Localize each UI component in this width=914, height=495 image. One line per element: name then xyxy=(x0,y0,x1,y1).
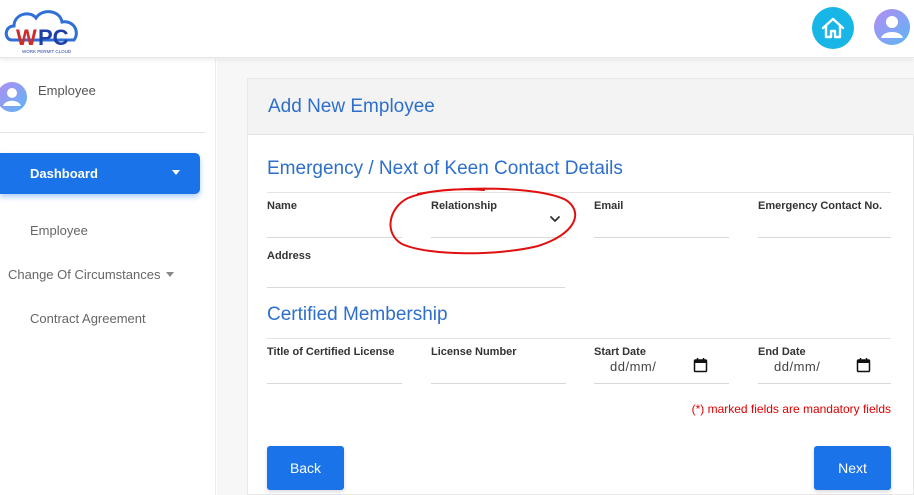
user-avatar-icon xyxy=(0,82,27,112)
back-button[interactable]: Back xyxy=(267,446,344,490)
logo-letter-w: W xyxy=(16,25,37,50)
sidebar-item-label: Contract Agreement xyxy=(30,311,146,326)
relationship-select[interactable] xyxy=(431,210,566,234)
sidebar-item-label: Dashboard xyxy=(30,166,98,181)
sidebar-item-dashboard[interactable]: Dashboard xyxy=(0,153,200,194)
emergency-section-title: Emergency / Next of Keen Contact Details xyxy=(267,158,623,179)
license-title-label: Title of Certified License xyxy=(267,346,395,358)
calendar-icon[interactable] xyxy=(693,357,708,373)
page-title: Add New Employee xyxy=(268,96,435,117)
address-field[interactable] xyxy=(267,262,565,286)
license-number-label: License Number xyxy=(431,346,517,358)
sidebar: Employee Dashboard Employee Change Of Ci… xyxy=(0,59,216,495)
field-underline xyxy=(267,237,402,238)
emergency-contact-label: Emergency Contact No. xyxy=(758,200,883,212)
membership-section-title: Certified Membership xyxy=(267,304,448,325)
next-button[interactable]: Next xyxy=(814,446,891,490)
home-icon xyxy=(821,17,845,39)
emergency-contact-field[interactable] xyxy=(758,212,891,236)
logo-subtext: WORK PERMIT CLOUD xyxy=(22,49,72,54)
wpc-logo[interactable]: W PC WORK PERMIT CLOUD xyxy=(2,2,84,58)
email-field[interactable] xyxy=(594,212,729,236)
start-date-label: Start Date xyxy=(594,346,646,358)
end-date-field[interactable]: dd/mm/ xyxy=(774,359,820,374)
sidebar-item-contract-agreement[interactable]: Contract Agreement xyxy=(30,311,146,326)
field-underline xyxy=(758,237,891,238)
mandatory-fields-note: (*) marked fields are mandatory fields xyxy=(691,402,891,416)
user-profile-button[interactable] xyxy=(873,7,911,47)
logo-letters-pc: PC xyxy=(38,25,69,50)
chevron-down-icon[interactable] xyxy=(549,214,561,224)
card-header: Add New Employee xyxy=(248,79,914,135)
sidebar-item-employee[interactable]: Employee xyxy=(30,223,88,238)
address-label: Address xyxy=(267,250,312,262)
user-avatar-icon xyxy=(874,9,910,45)
top-bar: W PC WORK PERMIT CLOUD xyxy=(0,0,914,58)
calendar-icon[interactable] xyxy=(856,357,871,373)
name-label: Name xyxy=(267,200,297,212)
start-date-field[interactable]: dd/mm/ xyxy=(610,359,656,374)
field-underline xyxy=(431,237,566,238)
caret-down-icon xyxy=(172,170,180,175)
field-underline xyxy=(758,383,891,384)
field-underline xyxy=(594,237,729,238)
sidebar-user: Employee xyxy=(0,77,205,133)
field-underline xyxy=(267,287,565,288)
field-underline xyxy=(431,383,566,384)
sidebar-item-label: Employee xyxy=(30,223,88,238)
home-button[interactable] xyxy=(812,7,854,49)
sidebar-item-label: Change Of Circumstances xyxy=(8,267,161,282)
caret-down-icon xyxy=(166,272,175,277)
sidebar-user-name: Employee xyxy=(38,83,96,98)
field-underline xyxy=(267,383,402,384)
field-underline xyxy=(594,383,729,384)
license-title-field[interactable] xyxy=(267,358,402,382)
name-field[interactable] xyxy=(267,212,402,236)
end-date-label: End Date xyxy=(758,346,806,358)
section-divider xyxy=(267,192,891,193)
license-number-field[interactable] xyxy=(431,358,566,382)
sidebar-item-change-of-circumstances[interactable]: Change Of Circumstances xyxy=(8,267,175,282)
section-divider xyxy=(267,338,891,339)
email-label: Email xyxy=(594,200,624,212)
